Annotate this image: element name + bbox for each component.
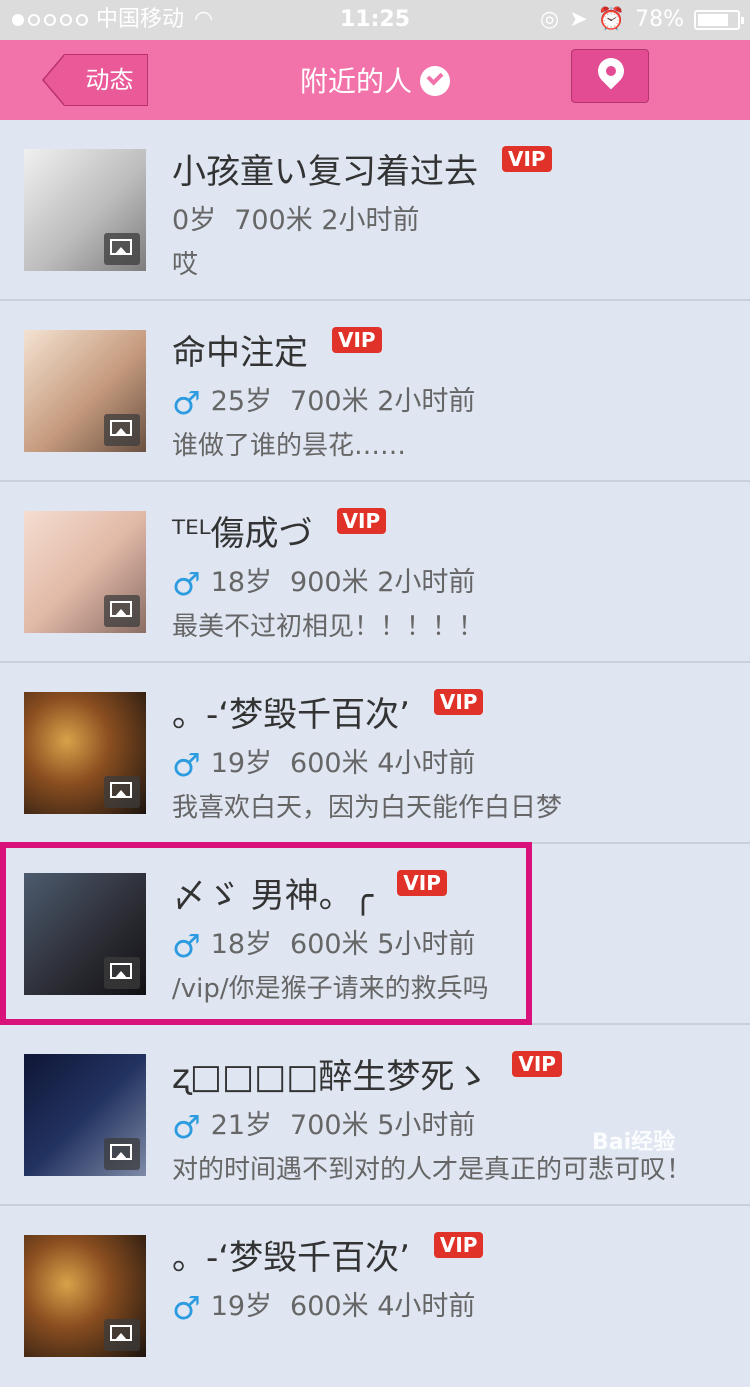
last-active: 5小时前 — [377, 929, 476, 960]
user-name: 。-‘梦毁千百次’ VIP — [172, 687, 484, 736]
distance: 700米 — [290, 1110, 369, 1141]
distance: 700米 — [234, 205, 313, 236]
last-active: 2小时前 — [377, 567, 476, 598]
list-item[interactable]: 。-‘梦毁千百次’ VIP ♂ 19岁 600米 4小时前 我喜欢白天，因为白天能作白… — [0, 663, 750, 844]
distance: 600米 — [290, 1291, 369, 1322]
age: 21岁 — [210, 1110, 273, 1141]
photo-album-icon — [104, 233, 140, 265]
distance: 900米 — [290, 567, 369, 598]
list-item[interactable]: ʐ□□□□醉生梦死ゝ VIP ♂ 21岁 700米 5小时前 对的时间遇不到对的人才是… — [0, 1025, 750, 1206]
vip-badge: VIP — [336, 508, 387, 534]
user-meta: ♂ 19岁 600米 4小时前 — [172, 1284, 475, 1327]
user-name: 〆ゞ 男神。╭ VIP — [172, 868, 447, 917]
age: 18岁 — [210, 567, 273, 598]
photo-album-icon — [104, 1138, 140, 1170]
list-item[interactable]: 。-‘梦毁千百次’ VIP ♂ 19岁 600米 4小时前 — [0, 1206, 750, 1387]
vip-badge: VIP — [397, 870, 447, 896]
rotation-lock-icon: ◎ — [540, 7, 560, 32]
avatar[interactable] — [24, 873, 146, 995]
location-button[interactable] — [571, 49, 649, 103]
last-active: 2小时前 — [321, 205, 420, 236]
avatar[interactable] — [24, 149, 146, 271]
avatar[interactable] — [24, 330, 146, 452]
battery-percent: 78% — [635, 7, 684, 32]
user-status: /vip/你是猴子请来的救兵吗 — [172, 974, 489, 1004]
last-active: 2小时前 — [377, 386, 476, 417]
user-meta: ♂ 18岁 600米 5小时前 — [172, 922, 475, 965]
user-status: 谁做了谁的昙花…… — [172, 431, 407, 461]
list-item[interactable]: 小孩童い复习着过去 VIP 0岁 700米 2小时前 哎 — [0, 120, 750, 301]
photo-album-icon — [104, 414, 140, 446]
list-item[interactable]: 〆ゞ 男神。╭ VIP ♂ 18岁 600米 5小时前 /vip/你是猴子请来的救兵吗 — [0, 844, 750, 1025]
status-bar: 中国移动 ◠ 11:25 ◎ ➤ ⏰ 78% — [0, 0, 750, 40]
avatar[interactable] — [24, 692, 146, 814]
vip-badge: VIP — [512, 1051, 562, 1077]
male-icon: ♂ — [172, 745, 201, 784]
user-name: 命中注定 VIP — [172, 325, 382, 374]
user-meta: ♂ 19岁 600米 4小时前 — [172, 741, 475, 784]
page-title: 附近的人 — [299, 65, 412, 98]
vip-badge: VIP — [332, 327, 382, 353]
male-icon: ♂ — [172, 926, 201, 965]
nav-bar: 附近的人 动态 — [0, 40, 750, 120]
location-pin-icon — [592, 52, 630, 90]
back-button[interactable]: 动态 — [42, 54, 148, 106]
age: 19岁 — [210, 748, 273, 779]
age: 25岁 — [210, 386, 273, 417]
back-button-label: 动态 — [85, 66, 134, 94]
distance: 600米 — [290, 748, 369, 779]
user-name: 小孩童い复习着过去 VIP — [172, 144, 552, 193]
user-name: 。-‘梦毁千百次’ VIP — [172, 1230, 484, 1279]
male-icon: ♂ — [172, 564, 201, 603]
user-name: ʐ□□□□醉生梦死ゝ VIP — [172, 1049, 562, 1098]
male-icon: ♂ — [172, 383, 201, 422]
vip-badge: VIP — [433, 1232, 484, 1258]
last-active: 5小时前 — [377, 1110, 476, 1141]
user-status: 最美不过初相见！！！！！ — [172, 612, 485, 642]
last-active: 4小时前 — [377, 748, 476, 779]
battery-icon — [694, 10, 744, 30]
avatar[interactable] — [24, 511, 146, 633]
age: 0岁 — [172, 205, 217, 236]
user-status: 哎 — [172, 250, 199, 280]
photo-album-icon — [104, 957, 140, 989]
list-item[interactable]: 命中注定 VIP ♂ 25岁 700米 2小时前 谁做了谁的昙花…… — [0, 301, 750, 482]
photo-album-icon — [104, 776, 140, 808]
watermark: Bai经验 — [592, 1130, 676, 1155]
distance: 600米 — [290, 929, 369, 960]
back-arrow-icon — [42, 54, 65, 106]
vip-badge: VIP — [502, 146, 552, 172]
check-circle-icon — [420, 66, 450, 96]
vip-badge: VIP — [433, 689, 484, 715]
age: 18岁 — [210, 929, 273, 960]
user-name: ᵀᴱᴸ傷成づ VIP — [172, 506, 387, 555]
male-icon: ♂ — [172, 1107, 201, 1146]
last-active: 4小时前 — [377, 1291, 476, 1322]
user-meta: 0岁 700米 2小时前 — [172, 198, 420, 237]
male-icon: ♂ — [172, 1288, 201, 1327]
photo-album-icon — [104, 595, 140, 627]
age: 19岁 — [210, 1291, 273, 1322]
user-meta: ♂ 21岁 700米 5小时前 — [172, 1103, 475, 1146]
avatar[interactable] — [24, 1054, 146, 1176]
user-meta: ♂ 18岁 900米 2小时前 — [172, 560, 475, 603]
user-status: 我喜欢白天，因为白天能作白日梦 — [172, 793, 563, 823]
alarm-icon: ⏰ — [597, 7, 626, 32]
location-arrow-icon: ➤ — [569, 7, 588, 32]
user-meta: ♂ 25岁 700米 2小时前 — [172, 379, 475, 422]
status-icons: ◎ ➤ ⏰ 78% — [540, 0, 744, 40]
distance: 700米 — [290, 386, 369, 417]
photo-album-icon — [104, 1319, 140, 1351]
avatar[interactable] — [24, 1235, 146, 1357]
list-item[interactable]: ᵀᴱᴸ傷成づ VIP ♂ 18岁 900米 2小时前 最美不过初相见！！！！！ — [0, 482, 750, 663]
